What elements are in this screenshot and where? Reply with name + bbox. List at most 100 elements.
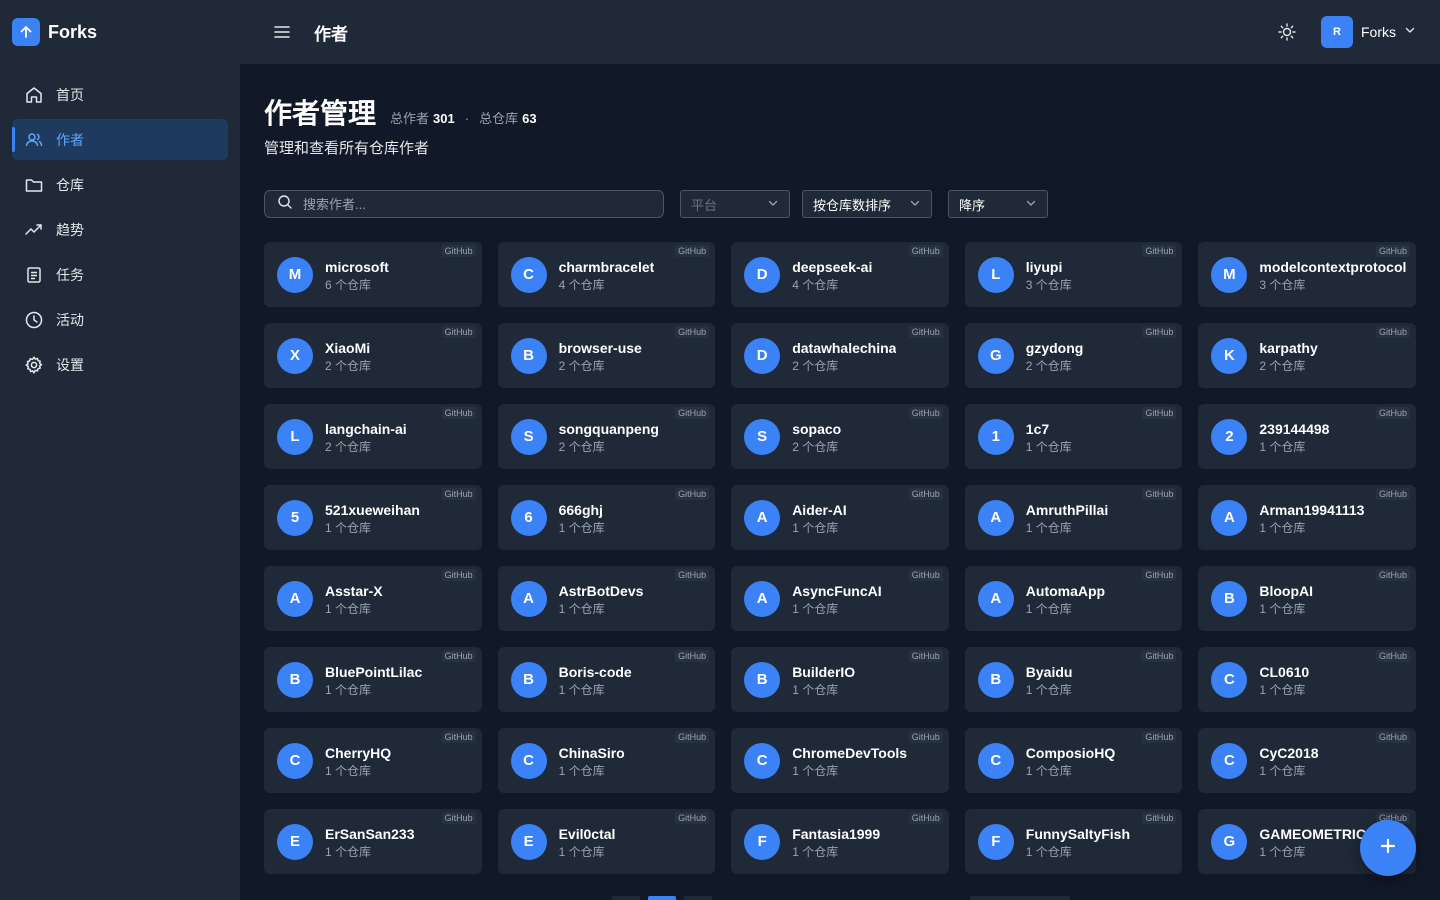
platform-badge: GitHub — [1142, 326, 1177, 338]
author-card[interactable]: C ChinaSiro 1 个仓库 GitHub — [497, 728, 716, 793]
author-info: AstrBotDevs 1 个仓库 — [559, 582, 644, 616]
author-card[interactable]: C CherryHQ 1 个仓库 GitHub — [264, 728, 482, 793]
sort-select-value: 按仓库数排序 — [813, 197, 892, 213]
author-info: microsoft 6 个仓库 — [325, 258, 389, 292]
platform-badge: GitHub — [908, 569, 943, 581]
menu-icon[interactable] — [272, 22, 292, 42]
author-card[interactable]: A AmruthPillai 1 个仓库 GitHub — [964, 485, 1183, 550]
search-input[interactable] — [303, 196, 643, 212]
author-card[interactable]: Mmicrosoft 6 个仓库 GitHub — [264, 242, 482, 307]
author-card[interactable]: Llangchain-ai 2 个仓库 GitHub — [264, 404, 482, 469]
author-card[interactable]: F FunnySaltyFish 1 个仓库 GitHub — [964, 809, 1183, 874]
author-card[interactable]: C CyC2018 1 个仓库 GitHub — [1198, 728, 1416, 793]
author-repo-count: 1 个仓库 — [1259, 682, 1306, 697]
add-button[interactable] — [1360, 820, 1416, 876]
author-repo-count: 4 个仓库 — [558, 277, 605, 292]
sidebar-item-home[interactable]: 首页 — [12, 74, 228, 115]
author-info: liyupi 3 个仓库 — [1026, 258, 1072, 292]
author-card[interactable]: A AsyncFuncAI 1 个仓库 GitHub — [731, 566, 949, 631]
sidebar-item-tasks[interactable]: 任务 — [12, 254, 228, 295]
author-card[interactable]: B Byaidu 1 个仓库 GitHub — [964, 647, 1183, 712]
order-select[interactable]: 降序 — [948, 190, 1048, 218]
pagination-jump[interactable] — [970, 896, 1070, 900]
author-card[interactable]: B Boris-code 1 个仓库 GitHub — [497, 647, 716, 712]
platform-badge: GitHub — [908, 650, 943, 662]
author-name: FunnySaltyFish — [1025, 825, 1131, 842]
author-repo-count: 3 个仓库 — [1259, 277, 1306, 292]
user-menu-button[interactable]: R Forks — [1321, 16, 1416, 48]
sidebar-item-settings[interactable]: 设置 — [12, 344, 228, 385]
author-card[interactable]: C ChromeDevTools 1 个仓库 GitHub — [731, 728, 949, 793]
author-card[interactable]: 2 239144498 1 个仓库 GitHub — [1198, 404, 1416, 469]
sun-icon[interactable] — [1273, 18, 1301, 46]
author-card[interactable]: A Aider-AI 1 个仓库 GitHub — [731, 485, 949, 550]
platform-badge: GitHub — [675, 488, 710, 500]
avatar: D — [744, 256, 781, 293]
sidebar-item-label: 任务 — [56, 266, 84, 283]
author-card[interactable]: 6 666ghj 1 个仓库 GitHub — [497, 485, 716, 550]
author-card[interactable]: Ccharmbracelet 4 个仓库 GitHub — [497, 242, 716, 307]
author-card[interactable]: Kkarpathy 2 个仓库 GitHub — [1198, 323, 1416, 388]
author-card[interactable]: Ssongquanpeng 2 个仓库 GitHub — [497, 404, 716, 469]
author-card[interactable]: C ComposioHQ 1 个仓库 GitHub — [964, 728, 1183, 793]
platform-badge: GitHub — [675, 245, 710, 257]
author-info: FunnySaltyFish 1 个仓库 — [1026, 825, 1130, 859]
avatar: C — [1211, 742, 1248, 779]
sidebar-item-repos[interactable]: 仓库 — [12, 164, 228, 205]
author-card[interactable]: 1 1c7 1 个仓库 GitHub — [964, 404, 1183, 469]
platform-badge: GitHub — [908, 245, 943, 257]
author-card[interactable]: Ddatawhalechina 2 个仓库 GitHub — [731, 323, 949, 388]
sidebar-item-trends[interactable]: 趋势 — [12, 209, 228, 250]
author-card[interactable]: Ggzydong 2 个仓库 GitHub — [964, 323, 1183, 388]
author-card[interactable]: F Fantasia1999 1 个仓库 GitHub — [731, 809, 949, 874]
pagination-prev[interactable] — [612, 896, 640, 900]
author-card[interactable]: Bbrowser-use 2 个仓库 GitHub — [497, 323, 716, 388]
platform-badge: GitHub — [675, 326, 710, 338]
author-card[interactable]: A AstrBotDevs 1 个仓库 GitHub — [497, 566, 716, 631]
brand[interactable]: Forks — [0, 0, 240, 64]
author-card[interactable]: X XiaoMi 2 个仓库 GitHub — [264, 323, 482, 388]
author-repo-count: 1 个仓库 — [1259, 601, 1306, 616]
platform-badge: GitHub — [441, 326, 476, 338]
platform-badge: GitHub — [1142, 650, 1177, 662]
author-card[interactable]: Ssopaco 2 个仓库 GitHub — [731, 404, 949, 469]
author-name: songquanpeng — [558, 420, 659, 437]
avatar: M — [1211, 256, 1248, 293]
sort-select[interactable]: 按仓库数排序 — [802, 190, 932, 218]
author-repo-count: 1 个仓库 — [792, 763, 839, 778]
total-authors-value: 301 — [433, 111, 455, 126]
author-card[interactable]: Ddeepseek-ai 4 个仓库 GitHub — [731, 242, 949, 307]
sidebar-item-activity[interactable]: 活动 — [12, 299, 228, 340]
avatar: X — [277, 337, 313, 374]
author-card[interactable]: C CL0610 1 个仓库 GitHub — [1198, 647, 1416, 712]
pagination-current[interactable] — [648, 896, 676, 900]
author-card[interactable]: A AutomaApp 1 个仓库 GitHub — [964, 566, 1183, 631]
platform-select[interactable]: 平台 — [680, 190, 790, 218]
author-name: Arman19941113 — [1259, 501, 1365, 518]
author-card[interactable]: B BloopAI 1 个仓库 GitHub — [1198, 566, 1416, 631]
filter-bar: 平台 按仓库数排序 降序 — [264, 190, 1048, 218]
author-info: AutomaApp 1 个仓库 — [1026, 582, 1105, 616]
platform-badge: GitHub — [908, 488, 943, 500]
avatar: B — [510, 661, 547, 698]
author-info: deepseek-ai 4 个仓库 — [792, 258, 872, 292]
sidebar: Forks 首页 作者 仓库 趋势 任务 活动 设置 — [0, 0, 240, 900]
author-repo-count: 2 个仓库 — [325, 439, 372, 454]
author-card[interactable]: E ErSanSan233 1 个仓库 GitHub — [264, 809, 482, 874]
author-info: browser-use 2 个仓库 — [559, 339, 642, 373]
author-card[interactable]: B BuilderIO 1 个仓库 GitHub — [731, 647, 949, 712]
author-info: Aider-AI 1 个仓库 — [792, 501, 846, 535]
sidebar-item-authors[interactable]: 作者 — [12, 119, 228, 160]
author-card[interactable]: Mmodelcontextprotocol 3 个仓库 GitHub — [1198, 242, 1416, 307]
pagination-page[interactable] — [684, 896, 712, 900]
author-card[interactable]: Lliyupi 3 个仓库 GitHub — [964, 242, 1183, 307]
gear-icon — [24, 355, 44, 375]
author-card[interactable]: B BluePointLilac 1 个仓库 GitHub — [264, 647, 482, 712]
author-card[interactable]: 5 521xueweihan 1 个仓库 GitHub — [264, 485, 482, 550]
platform-badge: GitHub — [1142, 812, 1177, 824]
author-card[interactable]: E Evil0ctal 1 个仓库 GitHub — [497, 809, 716, 874]
author-card[interactable]: A Asstar-X 1 个仓库 GitHub — [264, 566, 482, 631]
order-select-value: 降序 — [959, 197, 986, 213]
avatar: F — [744, 823, 781, 860]
author-card[interactable]: A Arman19941113 1 个仓库 GitHub — [1198, 485, 1416, 550]
